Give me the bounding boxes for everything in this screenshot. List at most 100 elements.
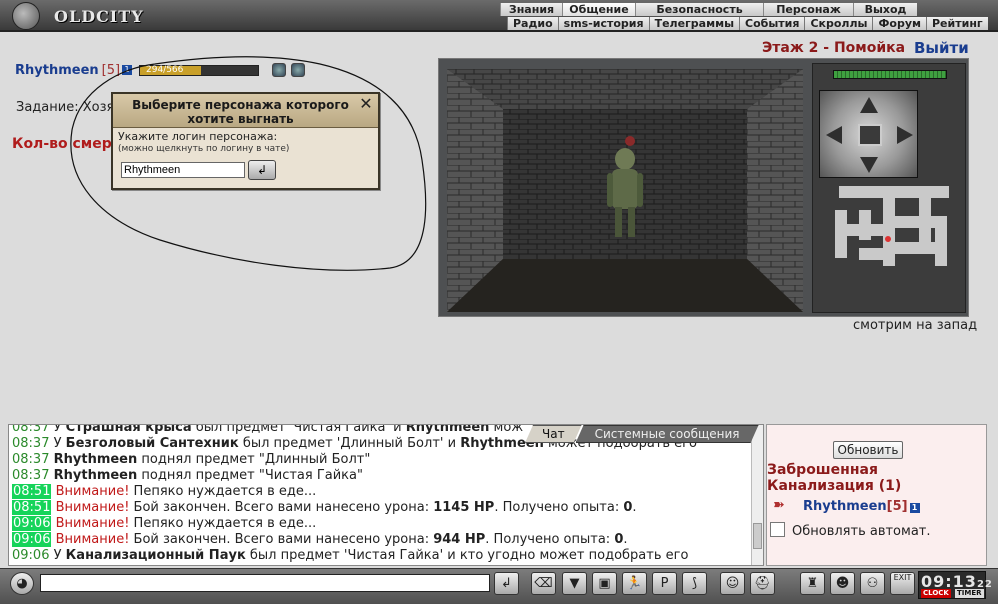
location-player: Rhythmeen[5] 1 xyxy=(803,499,920,514)
chat-bold-text[interactable]: Rhythmeen xyxy=(54,468,138,483)
eraser-icon[interactable]: ⌫ xyxy=(531,572,556,595)
running-man-icon[interactable]: 🏃 xyxy=(622,572,647,595)
smiley-head-icon[interactable]: ◕ xyxy=(10,572,34,595)
submenu-events[interactable]: События xyxy=(739,17,804,30)
chat-text: был предмет 'Чистая Гайка' и кто угодно … xyxy=(245,548,689,563)
filter-icon[interactable]: ▼ xyxy=(562,572,587,595)
private-message-icon[interactable]: P xyxy=(652,572,677,595)
chat-text: Бой закончен. Всего вами нанесено урона: xyxy=(129,500,434,515)
floor-title: Этаж 2 - Помойка xyxy=(762,40,906,56)
chat-bold-text[interactable]: 944 HP xyxy=(433,532,485,547)
chat-timestamp[interactable]: 09:06 xyxy=(12,548,49,563)
chat-log[interactable]: 09:06 У Канализационный Паук был предмет… xyxy=(8,424,764,566)
menu-security[interactable]: Безопасность xyxy=(635,3,763,16)
location-player-info-badge[interactable]: 1 xyxy=(909,503,920,513)
deaths-counter: Кол-во смерт xyxy=(12,136,120,152)
tab-system-messages[interactable]: Системные сообщения xyxy=(576,425,759,443)
chat-text: . Получено опыта: xyxy=(494,500,624,515)
close-icon[interactable]: ✕ xyxy=(358,96,374,112)
dungeon-viewport[interactable] xyxy=(447,69,803,312)
stamina-strip xyxy=(833,70,947,79)
chat-timestamp[interactable]: 08:37 xyxy=(12,468,49,483)
clock-widget: 09:1322 CLOCK TIMER xyxy=(918,571,992,599)
submenu-rating[interactable]: Рейтинг xyxy=(926,17,988,30)
save-icon[interactable]: ▣ xyxy=(592,572,617,595)
sub-menu: Радио sms-история Телеграммы События Скр… xyxy=(507,17,988,30)
helmet-icon[interactable]: ⛑ xyxy=(750,572,775,595)
auto-refresh-checkbox[interactable] xyxy=(770,522,785,537)
player-info-badge[interactable]: 1 xyxy=(122,65,133,75)
shield-icon[interactable] xyxy=(272,63,286,77)
chat-timestamp[interactable]: 08:37 xyxy=(12,436,49,451)
submit-enter-icon[interactable]: ↲ xyxy=(248,160,276,180)
location-player-name[interactable]: Rhythmeen xyxy=(803,499,887,514)
exit-icon[interactable]: EXIT xyxy=(890,572,915,595)
chat-input[interactable] xyxy=(40,574,490,592)
smile-icon[interactable]: ☺ xyxy=(720,572,745,595)
login-hint: (можно щелкнуть по логину в чате) xyxy=(118,144,290,154)
submenu-telegrams[interactable]: Телеграммы xyxy=(648,17,739,30)
chat-timestamp[interactable]: 08:37 xyxy=(12,425,49,435)
top-bar: OLDCITY Знания Общение Безопасность Перс… xyxy=(0,0,998,32)
movement-compass[interactable] xyxy=(819,90,918,178)
logo-emblem-icon xyxy=(12,2,40,30)
hp-text: 294/566 xyxy=(146,65,184,75)
character-icon[interactable]: ☻ xyxy=(830,572,855,595)
navigation-panel xyxy=(812,63,966,313)
chat-timestamp[interactable]: 09:06 xyxy=(12,532,52,547)
chat-bold-text[interactable]: Rhythmeen xyxy=(406,425,490,435)
move-back-icon[interactable] xyxy=(860,157,878,173)
clock-label[interactable]: CLOCK xyxy=(921,589,951,598)
chat-bold-text[interactable]: Страшная крыса xyxy=(66,425,192,435)
login-input[interactable] xyxy=(121,162,245,178)
auto-refresh-label: Обновлять автомат. xyxy=(792,524,931,539)
chat-scrollbar[interactable] xyxy=(751,425,763,565)
menu-knowledge[interactable]: Знания xyxy=(500,3,562,16)
translit-icon[interactable]: ⟆ xyxy=(682,572,707,595)
player-action-icon[interactable]: ➽ xyxy=(773,497,791,513)
chat-bold-text[interactable]: 0 xyxy=(614,532,623,547)
chat-text: Пепяко нуждается в еде... xyxy=(129,516,317,531)
chat-text: У xyxy=(53,436,66,451)
tab-chat[interactable]: Чат xyxy=(525,425,582,443)
minimap xyxy=(835,186,953,272)
chat-timestamp[interactable]: 08:51 xyxy=(12,484,52,499)
chat-text: . Получено опыта: xyxy=(485,532,615,547)
refresh-button[interactable]: Обновить xyxy=(833,441,903,459)
turn-right-icon[interactable] xyxy=(897,126,913,144)
timer-label[interactable]: TIMER xyxy=(955,589,984,598)
friends-icon[interactable]: ⚇ xyxy=(860,572,885,595)
chat-text: поднял предмет "Чистая Гайка" xyxy=(137,468,363,483)
submenu-forum[interactable]: Форум xyxy=(872,17,926,30)
submenu-scrolls[interactable]: Скроллы xyxy=(804,17,872,30)
exit-location-link[interactable]: Выйти xyxy=(914,39,969,57)
chat-timestamp[interactable]: 08:51 xyxy=(12,500,52,515)
chat-line: 09:06 Внимание! Пепяко нуждается в еде..… xyxy=(12,516,316,532)
dialog-title: Выберите персонажа которого хотите выгна… xyxy=(132,98,349,126)
dialog-title-bar: Выберите персонажа которого хотите выгна… xyxy=(113,94,378,128)
menu-communication[interactable]: Общение xyxy=(562,3,635,16)
chat-bold-text[interactable]: 1145 HP xyxy=(433,500,494,515)
chat-text: Бой закончен. Всего вами нанесено урона: xyxy=(129,532,434,547)
logo[interactable]: OLDCITY xyxy=(8,2,143,30)
turn-left-icon[interactable] xyxy=(826,126,842,144)
clan-icon[interactable] xyxy=(291,63,305,77)
inventory-icon[interactable]: ♜ xyxy=(800,572,825,595)
submenu-radio[interactable]: Радио xyxy=(507,17,558,30)
chat-text: поднял предмет "Длинный Болт" xyxy=(137,452,371,467)
menu-exit[interactable]: Выход xyxy=(853,3,917,16)
chat-text: мож xyxy=(489,424,524,435)
chat-line: 09:06 У Канализационный Паук был предмет… xyxy=(12,548,688,564)
chat-timestamp[interactable]: 08:37 xyxy=(12,452,49,467)
move-forward-icon[interactable] xyxy=(860,97,878,113)
player-name[interactable]: Rhythmeen xyxy=(15,63,99,78)
chat-bold-text[interactable]: Безголовый Сантехник xyxy=(66,436,239,451)
submenu-sms-history[interactable]: sms-история xyxy=(557,17,649,30)
chat-timestamp[interactable]: 09:06 xyxy=(12,516,52,531)
chat-bold-text[interactable]: Rhythmeen xyxy=(54,452,138,467)
send-icon[interactable]: ↲ xyxy=(494,572,519,595)
location-name: Заброшенная Канализация (1) xyxy=(767,462,902,494)
chat-bold-text[interactable]: Канализационный Паук xyxy=(66,548,246,563)
chat-scroll-thumb[interactable] xyxy=(753,523,762,549)
menu-character[interactable]: Персонаж xyxy=(763,3,853,16)
